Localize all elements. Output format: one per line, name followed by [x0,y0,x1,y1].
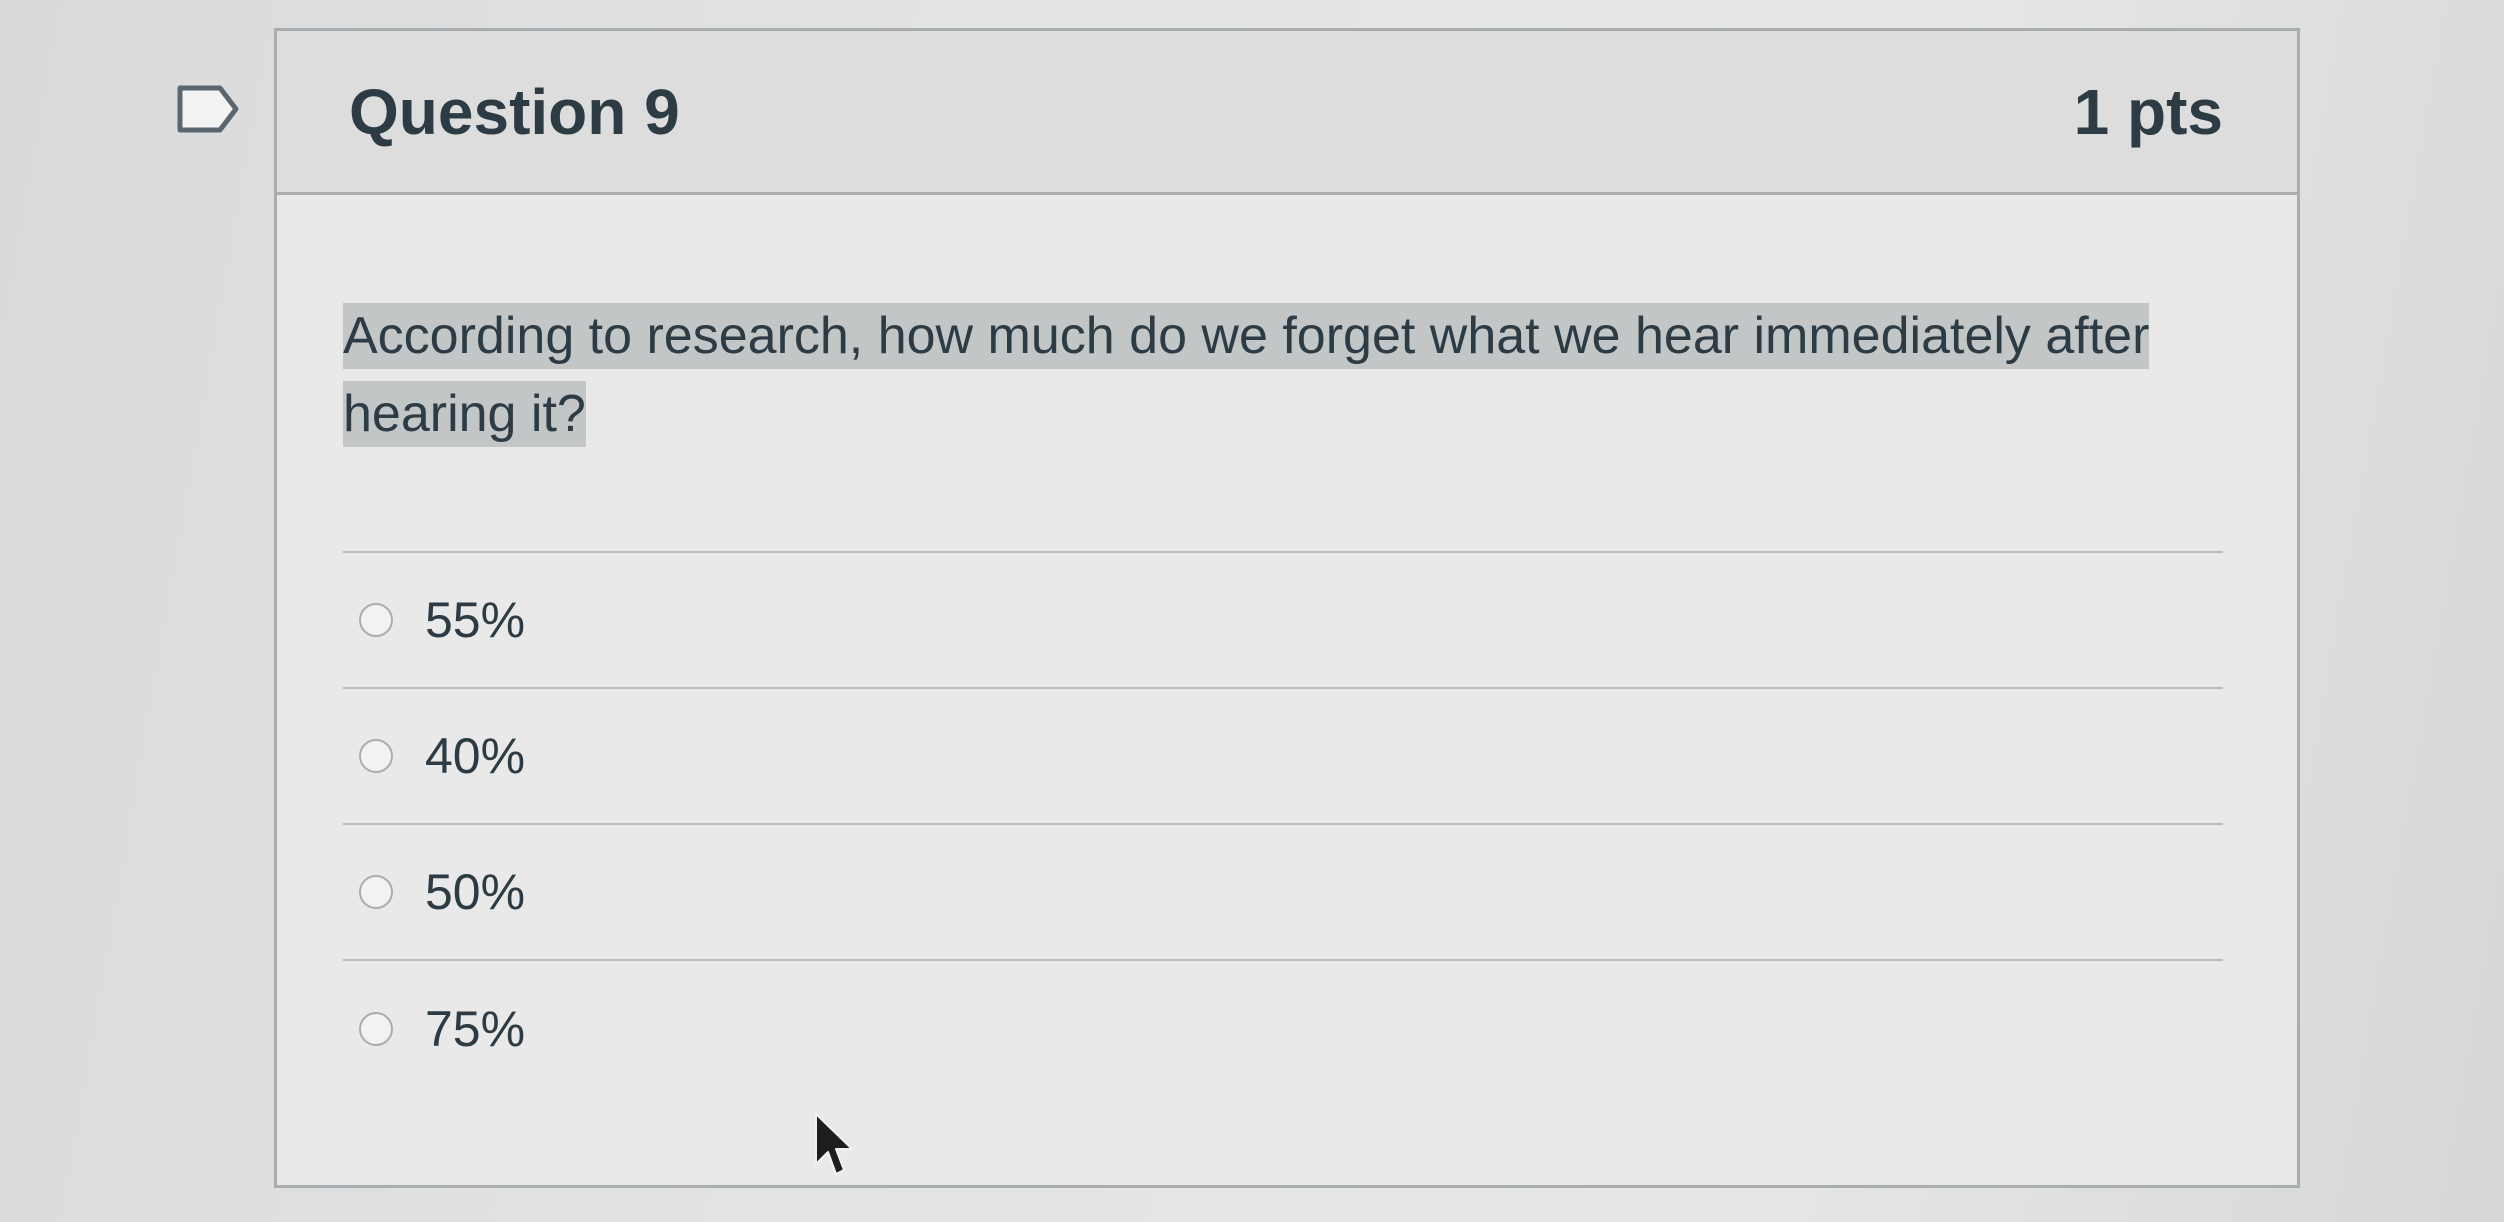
answer-list: 55% 40% 50% 75% [343,551,2223,1097]
answer-option[interactable]: 75% [343,961,2223,1097]
answer-option[interactable]: 55% [343,553,2223,689]
radio-button[interactable] [359,739,393,773]
radio-button[interactable] [359,603,393,637]
question-text-highlighted: According to research, how much do we fo… [343,303,2150,447]
question-title: Question 9 [349,75,680,148]
answer-label: 75% [425,1001,526,1057]
question-points: 1 pts [2073,75,2223,148]
question-text: According to research, how much do we fo… [343,297,2223,453]
flag-question-icon[interactable] [176,84,240,134]
question-header: Question 9 1 pts [277,31,2297,195]
answer-option[interactable]: 40% [343,689,2223,825]
radio-button[interactable] [359,1012,393,1046]
radio-button[interactable] [359,875,393,909]
question-body: According to research, how much do we fo… [277,297,2297,1097]
question-card: Question 9 1 pts According to research, … [274,28,2300,1188]
answer-label: 40% [425,728,526,784]
answer-option[interactable]: 50% [343,825,2223,961]
mouse-pointer-icon [815,1113,853,1175]
answer-label: 55% [425,592,526,648]
answer-label: 50% [425,864,526,920]
